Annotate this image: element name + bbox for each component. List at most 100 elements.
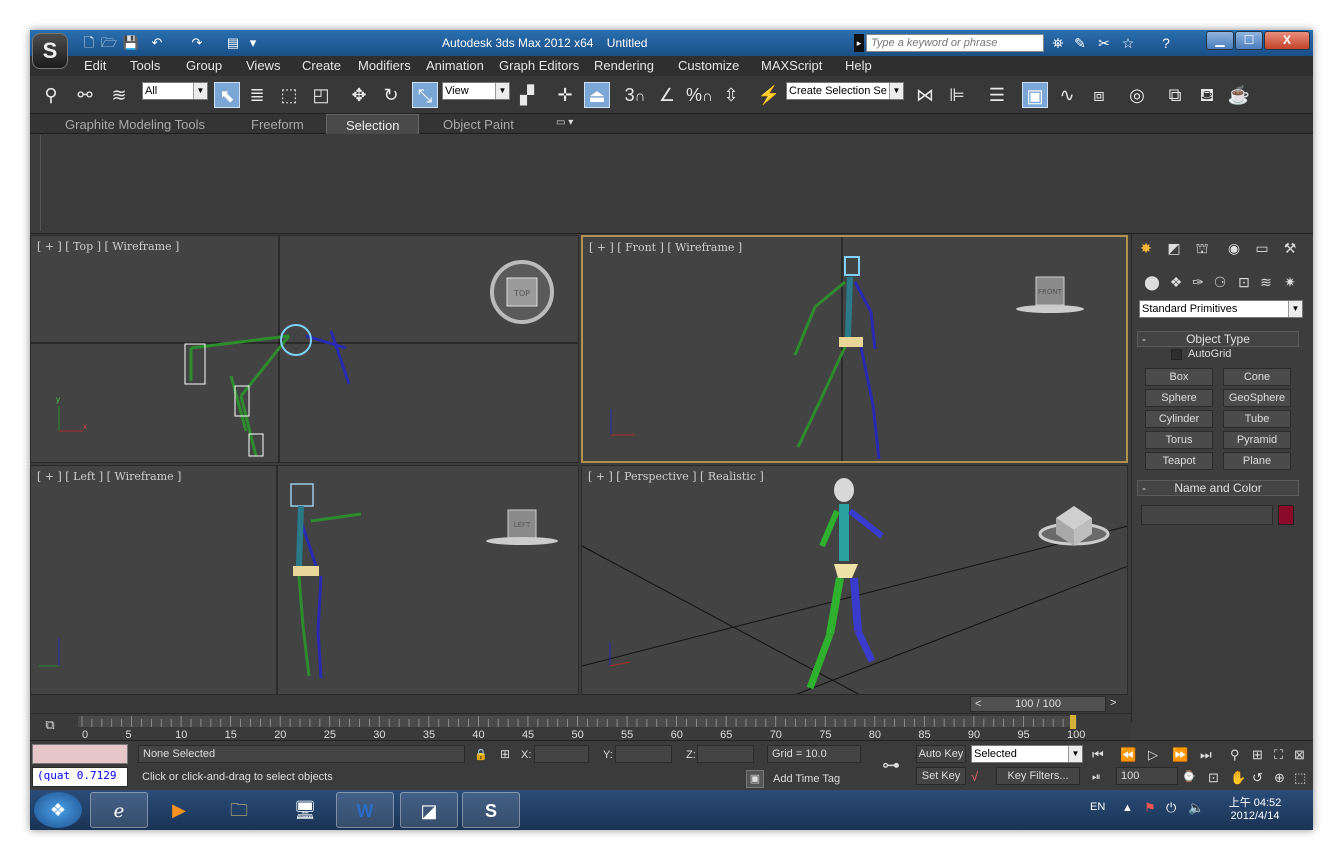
next-frame-button-icon[interactable]: ⏩ bbox=[1172, 747, 1188, 763]
menu-graph-editors[interactable]: Graph Editors bbox=[499, 58, 579, 73]
align-icon[interactable]: ⊫ bbox=[944, 82, 970, 108]
bind-to-space-warp-icon[interactable]: ≋ bbox=[106, 82, 132, 108]
tab-object-paint[interactable]: Object Paint bbox=[443, 117, 514, 132]
zoom-extents-all-icon[interactable]: ⊠ bbox=[1294, 747, 1305, 763]
maximize-button[interactable]: ☐ bbox=[1235, 31, 1263, 50]
zoom-extents-icon[interactable]: ⛶ bbox=[1274, 747, 1283, 763]
object-color-swatch[interactable] bbox=[1278, 505, 1294, 525]
close-button[interactable]: X bbox=[1264, 31, 1310, 50]
set-key-mode-key-icon[interactable]: ⊶ bbox=[882, 755, 900, 776]
material-editor-icon[interactable]: ◎ bbox=[1124, 82, 1150, 108]
auto-key-button[interactable]: Auto Key bbox=[916, 745, 966, 763]
torus-button[interactable]: Torus bbox=[1145, 431, 1213, 449]
menu-animation[interactable]: Animation bbox=[426, 58, 484, 73]
rendered-frame-window-icon[interactable]: ⛾ bbox=[1194, 82, 1220, 108]
select-and-rotate-icon[interactable]: ↻ bbox=[378, 82, 404, 108]
rectangular-selection-icon[interactable]: ⬚ bbox=[276, 82, 302, 108]
z-coord-field[interactable] bbox=[697, 745, 754, 763]
select-and-move-icon[interactable]: ✥ bbox=[346, 82, 372, 108]
power-icon[interactable]: ⏻ bbox=[1166, 800, 1176, 816]
key-filters-button[interactable]: Key Filters... bbox=[996, 767, 1080, 785]
menu-views[interactable]: Views bbox=[246, 58, 280, 73]
object-type-rollout-header[interactable]: - Object Type bbox=[1137, 331, 1299, 347]
save-icon[interactable]: 💾 bbox=[122, 34, 140, 52]
geometry-icon[interactable]: ⬤ bbox=[1142, 272, 1162, 292]
utilities-tab-icon[interactable]: ⚒ bbox=[1280, 238, 1300, 258]
zoom-icon[interactable]: ⚲ bbox=[1230, 747, 1240, 763]
redo-icon[interactable]: ↷ bbox=[188, 34, 206, 52]
select-and-manipulate-icon[interactable]: ✛ bbox=[552, 82, 578, 108]
infocenter-binoculars-icon[interactable]: ⛯ bbox=[1048, 34, 1068, 52]
search-expand-icon[interactable]: ▸ bbox=[854, 34, 864, 52]
zoom-all-icon[interactable]: ⊞ bbox=[1252, 747, 1263, 763]
teapot-button[interactable]: Teapot bbox=[1145, 452, 1213, 470]
schematic-view-icon[interactable]: ⧈ bbox=[1086, 82, 1112, 108]
menu-maxscript[interactable]: MAXScript bbox=[761, 58, 822, 73]
viewport-perspective-label[interactable]: [ + ] [ Perspective ] [ Realistic ] bbox=[588, 470, 764, 483]
menu-edit[interactable]: Edit bbox=[84, 58, 106, 73]
maxscript-output[interactable]: (quat 0.7129 bbox=[32, 767, 128, 787]
viewport-left-label[interactable]: [ + ] [ Left ] [ Wireframe ] bbox=[37, 470, 181, 483]
tab-freeform[interactable]: Freeform bbox=[251, 117, 304, 132]
hierarchy-tab-icon[interactable]: ⛫ bbox=[1192, 238, 1212, 258]
cameras-icon[interactable]: ⚆ bbox=[1210, 272, 1230, 292]
mirror-icon[interactable]: ⋈ bbox=[912, 82, 938, 108]
clock[interactable]: 上午 04:52 2012/4/14 bbox=[1220, 794, 1290, 822]
name-and-color-rollout-header[interactable]: - Name and Color bbox=[1137, 480, 1299, 496]
menu-modifiers[interactable]: Modifiers bbox=[358, 58, 411, 73]
helpers-icon[interactable]: ⊡ bbox=[1234, 272, 1254, 292]
internet-explorer-icon[interactable]: ℯ bbox=[90, 792, 148, 828]
key-tangent-icon[interactable]: √ bbox=[971, 769, 978, 784]
time-slider-track[interactable]: < 100 / 100 bbox=[970, 696, 1106, 712]
tab-selection[interactable]: Selection bbox=[326, 114, 420, 134]
start-button-icon[interactable]: ❖ bbox=[34, 792, 82, 828]
new-file-icon[interactable]: 🗋 bbox=[80, 34, 98, 52]
cone-button[interactable]: Cone bbox=[1223, 368, 1291, 386]
track-bar[interactable]: ⧉ 0 5 10 15 20 25 30 35 40 45 50 55 60 65 70 75 80 85 90 95… bbox=[30, 713, 1131, 741]
tab-graphite-modeling-tools[interactable]: Graphite Modeling Tools bbox=[65, 117, 205, 132]
action-center-flag-icon[interactable]: ⚑ bbox=[1144, 800, 1156, 816]
create-tab-icon[interactable]: ✸ bbox=[1136, 238, 1156, 258]
space-warps-icon[interactable]: ≋ bbox=[1256, 272, 1276, 292]
plane-button[interactable]: Plane bbox=[1223, 452, 1291, 470]
current-frame-field[interactable]: 100 bbox=[1116, 767, 1178, 785]
edit-named-selection-icon[interactable]: ⚡ bbox=[756, 82, 782, 108]
viewport-perspective[interactable]: [ + ] [ Perspective ] [ Realistic ] bbox=[581, 465, 1128, 695]
input-language-indicator[interactable]: EN bbox=[1090, 801, 1105, 813]
previous-frame-icon[interactable]: ⏪ bbox=[1120, 747, 1136, 763]
add-time-tag-button[interactable]: Add Time Tag bbox=[773, 773, 840, 785]
unlink-icon[interactable]: ⚯ bbox=[72, 82, 98, 108]
go-to-end-icon[interactable]: ⏭ bbox=[1200, 747, 1212, 763]
maxscript-listener-mini[interactable] bbox=[32, 744, 128, 764]
layer-manager-icon[interactable]: ☰ bbox=[984, 82, 1010, 108]
help-icon[interactable]: ? bbox=[1156, 34, 1176, 52]
selection-filter-dropdown[interactable]: All ▼ bbox=[142, 82, 208, 100]
select-and-link-icon[interactable]: ⚲ bbox=[38, 82, 64, 108]
spinner-snap-icon[interactable]: ⇳ bbox=[718, 82, 744, 108]
application-button-logo[interactable]: S bbox=[32, 33, 68, 69]
percent-snap-icon[interactable]: %∩ bbox=[686, 82, 713, 108]
3ds-max-taskbar-icon[interactable]: S bbox=[462, 792, 520, 828]
menu-create[interactable]: Create bbox=[302, 58, 341, 73]
x-coord-field[interactable] bbox=[534, 745, 589, 763]
menu-rendering[interactable]: Rendering bbox=[594, 58, 654, 73]
menu-tools[interactable]: Tools bbox=[130, 58, 160, 73]
select-object-icon[interactable]: ⬉ bbox=[214, 82, 240, 108]
systems-icon[interactable]: ✷ bbox=[1280, 272, 1300, 292]
subscription-key-icon[interactable]: ✎ bbox=[1070, 34, 1090, 52]
autogrid-checkbox[interactable] bbox=[1171, 349, 1182, 360]
pan-view-icon[interactable]: ✋ bbox=[1230, 770, 1246, 786]
time-slider[interactable]: < 100 / 100 > bbox=[30, 695, 1131, 713]
orbit-subobject-icon[interactable]: ⊕ bbox=[1274, 770, 1285, 786]
media-player-icon[interactable]: ▶ bbox=[150, 792, 208, 828]
shapes-icon[interactable]: ❖ bbox=[1166, 272, 1186, 292]
undo-icon[interactable]: ↶ bbox=[148, 34, 166, 52]
curve-editor-icon[interactable]: ∿ bbox=[1054, 82, 1080, 108]
render-production-icon[interactable]: ☕ bbox=[1226, 82, 1252, 108]
geosphere-button[interactable]: GeoSphere bbox=[1223, 389, 1291, 407]
word-icon[interactable]: W bbox=[336, 792, 394, 828]
maximize-viewport-icon[interactable]: ⬚ bbox=[1294, 770, 1306, 786]
key-mode-toggle-icon[interactable]: ⏯ bbox=[1092, 771, 1101, 784]
next-frame-icon[interactable]: > bbox=[1110, 697, 1116, 709]
app-window-icon[interactable]: ◪ bbox=[400, 792, 458, 828]
